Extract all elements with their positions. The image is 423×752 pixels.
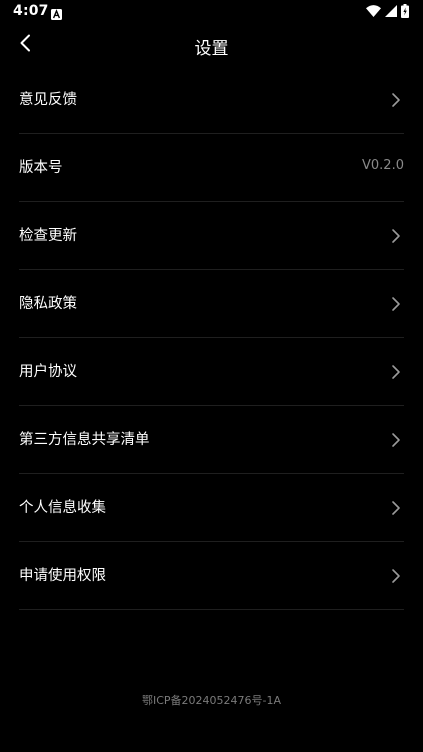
settings-item-label: 检查更新 <box>19 228 77 244</box>
chevron-right-icon <box>391 228 401 244</box>
settings-item-label: 个人信息收集 <box>19 500 106 516</box>
settings-item-feedback[interactable]: 意见反馈 <box>19 66 404 134</box>
settings-item-user-agreement[interactable]: 用户协议 <box>19 338 404 406</box>
settings-list: 意见反馈 版本号 V0.2.0 检查更新 隐私政策 用户协议 第三方信息共享清单… <box>19 66 404 610</box>
app-header: 设置 <box>0 24 423 66</box>
chevron-right-icon <box>391 296 401 312</box>
settings-screen: 4:07 设置 意见反馈 版本号 V0.2.0 检查更新 隐私政策 用户协议 第… <box>0 0 423 752</box>
settings-item-privacy-policy[interactable]: 隐私政策 <box>19 270 404 338</box>
cellular-signal-icon <box>385 5 397 17</box>
chevron-right-icon <box>391 568 401 584</box>
settings-item-label: 第三方信息共享清单 <box>19 432 150 448</box>
settings-item-version: 版本号 V0.2.0 <box>19 134 404 202</box>
settings-item-label: 申请使用权限 <box>19 568 106 584</box>
settings-item-personal-info-collection[interactable]: 个人信息收集 <box>19 474 404 542</box>
version-value: V0.2.0 <box>362 158 404 173</box>
settings-item-check-update[interactable]: 检查更新 <box>19 202 404 270</box>
settings-item-label: 用户协议 <box>19 364 77 380</box>
wifi-icon <box>366 5 381 17</box>
status-icons <box>366 4 409 18</box>
chevron-right-icon <box>391 432 401 448</box>
battery-charging-icon <box>401 4 409 18</box>
settings-item-permissions[interactable]: 申请使用权限 <box>19 542 404 610</box>
settings-item-label: 隐私政策 <box>19 296 77 312</box>
settings-item-third-party-sharing[interactable]: 第三方信息共享清单 <box>19 406 404 474</box>
chevron-right-icon <box>391 92 401 108</box>
icp-license-text: 鄂ICP备2024052476号-1A <box>141 694 282 707</box>
settings-item-label: 意见反馈 <box>19 92 77 108</box>
settings-item-label: 版本号 <box>19 160 63 176</box>
chevron-right-icon <box>391 500 401 516</box>
status-time: 4:07 <box>13 3 49 19</box>
page-title: 设置 <box>194 39 229 59</box>
accessibility-a-icon <box>51 5 62 20</box>
status-bar: 4:07 <box>0 0 423 24</box>
chevron-right-icon <box>391 364 401 380</box>
